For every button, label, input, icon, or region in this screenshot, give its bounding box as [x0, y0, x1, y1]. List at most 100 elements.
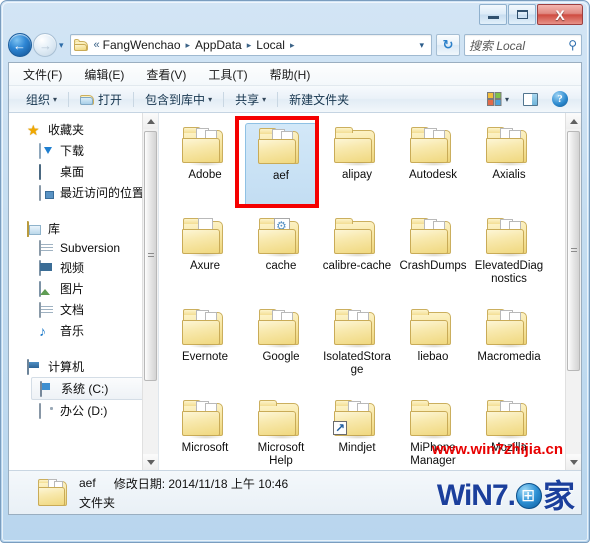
preview-pane-button[interactable]	[516, 90, 545, 109]
list-item[interactable]: IsolatedStorage	[319, 301, 395, 392]
triangle-down-icon	[146, 459, 155, 465]
triangle-up-icon	[569, 118, 578, 124]
new-folder-button[interactable]: 新建文件夹	[282, 88, 356, 111]
sidebar-item-downloads[interactable]: 下载	[9, 140, 158, 161]
search-box[interactable]: 搜索 Local ⚲	[464, 34, 582, 56]
desktop-icon	[39, 163, 55, 180]
sidebar-item-pictures-label: 图片	[60, 282, 85, 296]
file-list-scrollbar-thumb[interactable]	[567, 131, 580, 371]
list-item-label: aef	[273, 170, 289, 182]
search-input[interactable]: 搜索 Local	[469, 37, 568, 54]
list-item[interactable]: Evernote	[167, 301, 243, 392]
maximize-button[interactable]	[508, 4, 536, 25]
toolbar-separator-4	[277, 91, 279, 107]
nav-group-favorites: ★ 收藏夹 下载 桌面 最近访问的位置	[9, 119, 158, 203]
list-item[interactable]: cache	[243, 210, 319, 301]
sidebar-item-office-drive[interactable]: 办公 (D:)	[9, 400, 158, 421]
sidebar-item-music-label: 音乐	[60, 324, 85, 338]
menu-view[interactable]: 查看(V)	[142, 64, 190, 85]
breadcrumb-local[interactable]: Local	[254, 37, 287, 53]
scroll-up-button[interactable]	[143, 113, 158, 129]
nav-header-libraries[interactable]: 库	[9, 218, 158, 239]
list-item-label: calibre-cache	[322, 260, 392, 272]
navigation-scrollbar-thumb[interactable]	[144, 131, 157, 381]
list-item[interactable]: Axialis	[471, 119, 547, 210]
breadcrumb-appdata[interactable]: AppData	[193, 37, 244, 53]
file-list-pane[interactable]: Adobe aef alipay Autodesk Axialis Axure …	[159, 113, 581, 470]
menu-help[interactable]: 帮助(H)	[266, 64, 315, 85]
close-button[interactable]: X	[537, 4, 583, 25]
video-icon	[39, 259, 55, 276]
list-item[interactable]: Mindjet	[319, 392, 395, 470]
recent-pages-dropdown[interactable]: ▾	[59, 40, 64, 51]
list-item[interactable]: Adobe	[167, 119, 243, 210]
share-button[interactable]: 共享 ▾	[228, 88, 273, 111]
minimize-button[interactable]	[479, 4, 507, 25]
scroll-down-button[interactable]	[566, 454, 581, 470]
breadcrumb-separator-1[interactable]: ▸	[183, 40, 194, 51]
minimize-icon	[487, 16, 499, 19]
sidebar-item-desktop[interactable]: 桌面	[9, 161, 158, 182]
list-item[interactable]: liebao	[395, 301, 471, 392]
change-view-button[interactable]: ▾	[480, 89, 516, 109]
sidebar-item-pictures[interactable]: 图片	[9, 278, 158, 299]
list-item-label: Google	[262, 351, 300, 363]
scroll-up-button[interactable]	[566, 113, 581, 129]
breadcrumb-separator-3[interactable]: ▸	[287, 40, 298, 51]
open-button[interactable]: 打开	[73, 88, 129, 111]
folder-docs-icon	[409, 217, 457, 257]
help-button[interactable]: ?	[545, 88, 575, 110]
address-bar[interactable]: « FangWenchao ▸ AppData ▸ Local ▸ ▾	[69, 34, 432, 56]
menu-tools[interactable]: 工具(T)	[204, 64, 251, 85]
include-in-library-button[interactable]: 包含到库中 ▾	[138, 88, 219, 111]
list-item-label: cache	[265, 260, 297, 272]
list-item[interactable]: CrashDumps	[395, 210, 471, 301]
sidebar-item-recent-places[interactable]: 最近访问的位置	[9, 182, 158, 203]
list-item-label: IsolatedStorage	[323, 351, 391, 376]
nav-header-favorites[interactable]: ★ 收藏夹	[9, 119, 158, 140]
breadcrumb-fangwenchao[interactable]: FangWenchao	[101, 37, 183, 53]
list-item-label: alipay	[341, 169, 373, 181]
list-item[interactable]: Axure	[167, 210, 243, 301]
file-list-scrollbar[interactable]	[565, 113, 581, 470]
sidebar-item-subversion[interactable]: Subversion	[9, 239, 158, 257]
list-item[interactable]: ElevatedDiagnostics	[471, 210, 547, 301]
list-item[interactable]: Microsoft	[167, 392, 243, 470]
organize-button[interactable]: 组织 ▾	[19, 88, 64, 111]
list-item[interactable]: Microsoft Help	[243, 392, 319, 470]
list-item-selected[interactable]: aef	[243, 119, 319, 210]
list-item[interactable]: Macromedia	[471, 301, 547, 392]
breadcrumb-overflow[interactable]: «	[92, 38, 101, 52]
list-item[interactable]: Autodesk	[395, 119, 471, 210]
search-icon: ⚲	[568, 38, 577, 52]
list-item[interactable]: calibre-cache	[319, 210, 395, 301]
list-item[interactable]: MiPhone Manager	[395, 392, 471, 470]
breadcrumb-separator-2[interactable]: ▸	[244, 40, 255, 51]
menu-edit[interactable]: 编辑(E)	[80, 64, 128, 85]
music-icon: ♪	[39, 322, 46, 339]
sidebar-item-system-drive[interactable]: 系统 (C:)	[31, 377, 152, 400]
sidebar-item-documents[interactable]: 文档	[9, 299, 158, 320]
menu-file[interactable]: 文件(F)	[19, 64, 66, 85]
forward-button[interactable]: →	[33, 33, 57, 57]
chevron-down-icon: ▾	[208, 94, 213, 104]
nav-header-libraries-label: 库	[48, 222, 61, 236]
details-line-1: aef 修改日期: 2014/11/18 上午 10:46	[79, 475, 288, 492]
sidebar-item-videos[interactable]: 视频	[9, 257, 158, 278]
nav-header-computer[interactable]: 计算机	[9, 356, 158, 377]
command-toolbar: 组织 ▾ 打开 包含到库中 ▾ 共享 ▾ 新建文件夹 ▾ ?	[9, 86, 581, 113]
list-item[interactable]: alipay	[319, 119, 395, 210]
sidebar-item-music[interactable]: ♪ 音乐	[9, 320, 158, 341]
back-button[interactable]: ←	[8, 33, 32, 57]
list-item[interactable]: Mozilla	[471, 392, 547, 470]
address-history-caret-icon[interactable]: ▾	[414, 40, 429, 51]
navigation-scrollbar[interactable]	[142, 113, 158, 470]
refresh-button[interactable]: ↻	[436, 34, 460, 56]
navigation-buttons: ← → ▾	[8, 33, 64, 57]
scroll-down-button[interactable]	[143, 454, 158, 470]
toolbar-separator-3	[223, 91, 225, 107]
sidebar-item-subversion-label: Subversion	[60, 241, 121, 255]
triangle-down-icon	[569, 459, 578, 465]
list-item[interactable]: Google	[243, 301, 319, 392]
toolbar-separator-2	[133, 91, 135, 107]
